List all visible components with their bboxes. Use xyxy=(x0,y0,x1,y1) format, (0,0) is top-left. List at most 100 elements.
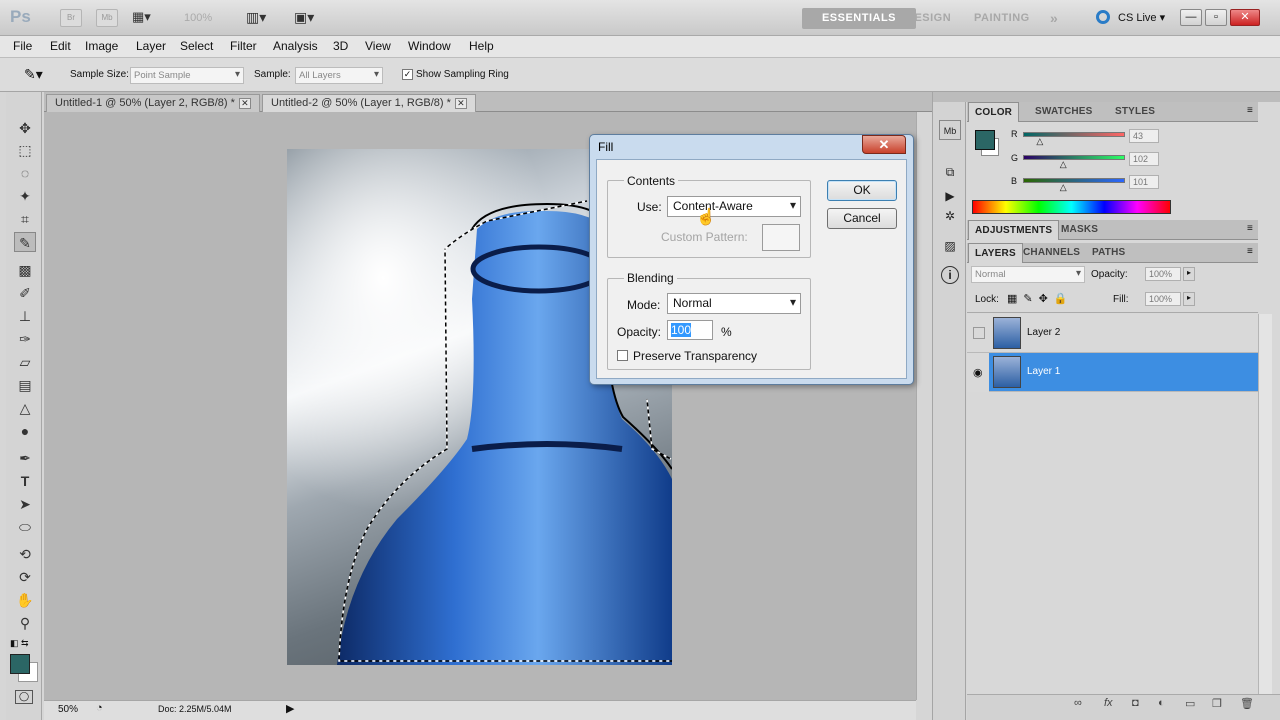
tab-swatches[interactable]: SWATCHES xyxy=(1029,102,1099,122)
channel-r-value[interactable]: 43 xyxy=(1129,129,1159,143)
color-ramp[interactable] xyxy=(972,200,1171,214)
tab-untitled-1[interactable]: Untitled-1 @ 50% (Layer 2, RGB/8) * ✕ xyxy=(46,94,260,112)
menu-edit[interactable]: Edit xyxy=(50,39,71,53)
workspace-design[interactable]: DESIGN xyxy=(906,8,951,29)
menu-layer[interactable]: Layer xyxy=(136,39,166,53)
channel-r-thumb[interactable]: △ xyxy=(1036,136,1043,147)
lasso-tool-icon[interactable]: ◌ xyxy=(14,163,36,183)
bridge-button[interactable]: Br xyxy=(60,9,82,27)
channel-b-slider[interactable] xyxy=(1023,178,1125,183)
marquee-tool-icon[interactable]: ⬚ xyxy=(14,140,36,160)
healing-brush-tool-icon[interactable]: ▩ xyxy=(14,260,36,280)
clone-stamp-tool-icon[interactable]: ⊥ xyxy=(14,306,36,326)
shape-tool-icon[interactable]: ⬭ xyxy=(14,517,36,537)
close-window-button[interactable]: ✕ xyxy=(1230,9,1260,26)
tab-masks[interactable]: MASKS xyxy=(1055,220,1104,240)
strip-header[interactable] xyxy=(933,92,967,102)
status-menu-arrow-icon[interactable]: ▶ xyxy=(286,702,294,715)
layer-row-layer-2[interactable]: Layer 2 xyxy=(967,314,1258,353)
tab-adjustments[interactable]: ADJUSTMENTS xyxy=(968,220,1060,240)
color-fg-swatch[interactable] xyxy=(975,130,995,150)
history-icon[interactable]: ⧉ xyxy=(939,162,961,182)
menu-filter[interactable]: Filter xyxy=(230,39,257,53)
tab-color[interactable]: COLOR xyxy=(968,102,1020,122)
channel-g-value[interactable]: 102 xyxy=(1129,152,1159,166)
eye-icon[interactable]: ◉ xyxy=(973,366,985,379)
tab-paths[interactable]: PATHS xyxy=(1086,243,1131,263)
panel-menu-icon[interactable]: ≡ xyxy=(1247,223,1253,234)
channel-g-slider[interactable] xyxy=(1023,155,1125,160)
pen-tool-icon[interactable]: ✒ xyxy=(14,448,36,468)
quick-mask-icon[interactable]: ◯ xyxy=(15,690,33,704)
show-sampling-ring-checkbox[interactable]: ✓ xyxy=(402,69,413,80)
menu-analysis[interactable]: Analysis xyxy=(273,39,318,53)
minimize-button[interactable]: — xyxy=(1180,9,1202,26)
use-dropdown[interactable]: Content-Aware xyxy=(667,196,801,217)
status-options-icon[interactable]: ◔ xyxy=(96,702,103,714)
tab-styles[interactable]: STYLES xyxy=(1109,102,1161,122)
brush-tool-icon[interactable]: ✐ xyxy=(14,283,36,303)
move-tool-icon[interactable]: ✥ xyxy=(14,118,36,138)
dodge-tool-icon[interactable]: ● xyxy=(14,421,36,441)
channel-b-thumb[interactable]: △ xyxy=(1060,182,1067,193)
quick-selection-tool-icon[interactable]: ✦ xyxy=(14,186,36,206)
dialog-close-button[interactable]: ✕ xyxy=(862,135,906,154)
sample-size-select[interactable]: Point Sample xyxy=(130,67,244,84)
tab-untitled-2[interactable]: Untitled-2 @ 50% (Layer 1, RGB/8) * ✕ xyxy=(262,94,476,112)
3d-panel-icon[interactable]: ✲ xyxy=(939,206,961,226)
eyedropper-preset-icon[interactable]: ✎▾ xyxy=(24,66,43,83)
foreground-color-swatch[interactable] xyxy=(10,654,30,674)
layer-2-name[interactable]: Layer 2 xyxy=(1027,327,1060,338)
sample-select[interactable]: All Layers xyxy=(295,67,383,84)
tab-layers[interactable]: LAYERS xyxy=(968,243,1023,263)
layer-opacity-value[interactable]: 100% xyxy=(1145,267,1181,281)
opacity-input[interactable]: 100 xyxy=(667,320,713,340)
tab-close-icon[interactable]: ✕ xyxy=(454,98,467,109)
blur-tool-icon[interactable]: △ xyxy=(14,398,36,418)
view-extras-icon[interactable]: ▦▾ xyxy=(132,9,164,27)
visibility-toggle[interactable] xyxy=(973,327,985,339)
panel-menu-icon[interactable]: ≡ xyxy=(1247,246,1253,257)
crop-tool-icon[interactable]: ⌗ xyxy=(14,209,36,229)
fill-value[interactable]: 100% xyxy=(1145,292,1181,306)
workspace-essentials[interactable]: ESSENTIALS xyxy=(802,8,916,29)
ok-button[interactable]: OK xyxy=(827,180,897,201)
channel-b-value[interactable]: 101 xyxy=(1129,175,1159,189)
menu-image[interactable]: Image xyxy=(85,39,118,53)
fill-slider-arrow-icon[interactable]: ▸ xyxy=(1183,292,1195,306)
zoom-tool-icon[interactable]: ⚲ xyxy=(14,613,36,633)
layer-row-layer-1[interactable]: ◉ Layer 1 xyxy=(967,353,1258,392)
screen-mode-icon[interactable]: ▣▾ xyxy=(294,9,314,26)
layers-scrollbar[interactable] xyxy=(1258,314,1272,694)
hand-tool-icon[interactable]: ✋ xyxy=(14,590,36,610)
history-brush-tool-icon[interactable]: ✑ xyxy=(14,329,36,349)
layer-style-icon[interactable]: fx xyxy=(1104,697,1113,709)
adjustment-layer-icon[interactable]: ◐ xyxy=(1158,697,1165,709)
delete-layer-icon[interactable]: 🗑 xyxy=(1240,697,1254,710)
maximize-button[interactable]: ▫ xyxy=(1205,9,1227,26)
channel-g-thumb[interactable]: △ xyxy=(1060,159,1067,170)
lock-icons[interactable]: ▦✎✥🔒 xyxy=(1007,292,1074,305)
mode-dropdown[interactable]: Normal xyxy=(667,293,801,314)
arrange-documents-icon[interactable]: ▥▾ xyxy=(246,9,266,26)
add-mask-icon[interactable]: ◘ xyxy=(1132,697,1139,709)
menu-window[interactable]: Window xyxy=(408,39,451,53)
cancel-button[interactable]: Cancel xyxy=(827,208,897,229)
mini-bridge-icon[interactable]: Mb xyxy=(939,120,961,140)
vertical-scrollbar[interactable] xyxy=(916,112,930,700)
gradient-tool-icon[interactable]: ▤ xyxy=(14,375,36,395)
workspace-more-icon[interactable]: » xyxy=(1050,8,1058,29)
status-zoom[interactable]: 50% xyxy=(58,704,78,715)
opacity-slider-arrow-icon[interactable]: ▸ xyxy=(1183,267,1195,281)
layer-1-name[interactable]: Layer 1 xyxy=(1027,366,1060,377)
info-icon[interactable]: i xyxy=(941,266,959,284)
default-colors-icon[interactable]: ◧ ⇆ xyxy=(10,638,29,649)
actions-icon[interactable]: ▶ xyxy=(939,186,961,206)
new-layer-icon[interactable]: ❐ xyxy=(1212,697,1222,710)
zoom-level-dropdown[interactable]: 100% xyxy=(184,12,212,24)
3d-rotate-tool-icon[interactable]: ⟲ xyxy=(14,544,36,564)
menu-help[interactable]: Help xyxy=(469,39,494,53)
eraser-tool-icon[interactable]: ▱ xyxy=(14,352,36,372)
menu-view[interactable]: View xyxy=(365,39,391,53)
menu-select[interactable]: Select xyxy=(180,39,213,53)
